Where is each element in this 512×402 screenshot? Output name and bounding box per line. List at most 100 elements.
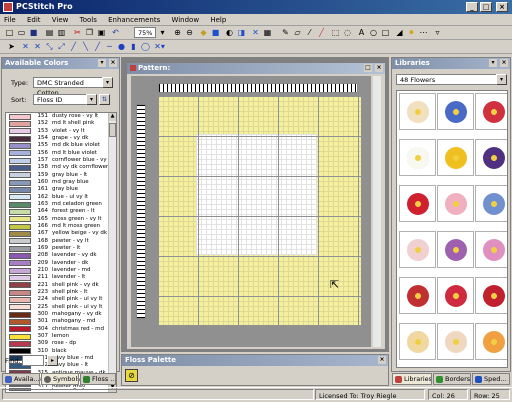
sort-dropdown-icon[interactable]: ▾	[86, 94, 97, 105]
panel-close-icon[interactable]: ×	[109, 59, 117, 67]
flower-thumbnail[interactable]	[475, 185, 507, 222]
copy-icon[interactable]: ❐	[84, 27, 95, 38]
flower-thumbnail[interactable]	[399, 185, 436, 222]
scroll-up-icon[interactable]: ▲	[109, 113, 116, 121]
color-list-item[interactable]: 209 lavender - dk	[6, 260, 116, 267]
menu-help[interactable]: Help	[210, 16, 226, 24]
libraries-close-icon[interactable]: ×	[500, 59, 508, 67]
color-list[interactable]: 151 dusty rose - vy lt 152 md lt shell pink…	[5, 112, 117, 393]
bead-icon[interactable]: ▮	[128, 41, 139, 52]
full-stitch-icon[interactable]: ✕	[20, 41, 31, 52]
half-stitch-icon[interactable]: ╱	[68, 41, 79, 52]
pattern-vscroll[interactable]	[373, 76, 381, 347]
color-list-scrollbar[interactable]: ▲ ▼	[108, 113, 116, 392]
flower-thumbnail[interactable]	[399, 231, 436, 268]
no-color-icon[interactable]: ⊘	[125, 369, 138, 382]
menu-view[interactable]: View	[52, 16, 69, 24]
tab-floss[interactable]: Floss ...	[80, 373, 116, 385]
color-list-item[interactable]: 159 gray blue - lt	[6, 172, 116, 179]
specialty-icon[interactable]: ◯	[140, 41, 151, 52]
flower-thumbnail[interactable]	[437, 231, 474, 268]
color-list-item[interactable]: 157 cornflower blue - vy lt	[6, 157, 116, 164]
scroll-thumb[interactable]	[109, 123, 116, 137]
paste-icon[interactable]: ▣	[96, 27, 107, 38]
backstitch-icon[interactable]: ╱	[316, 27, 327, 38]
pattern-grid[interactable]: ⇱	[158, 96, 361, 325]
color-list-item[interactable]: 211 lavender - lt	[6, 274, 116, 281]
zoom-dropdown-icon[interactable]: ▾	[157, 27, 168, 38]
color-list-item[interactable]: 154 grape - vy dk	[6, 135, 116, 142]
color-list-item[interactable]: 162 blue - ul vy lt	[6, 194, 116, 201]
tab-libraries[interactable]: Libraries	[392, 373, 432, 385]
quarter-stitch-icon[interactable]: ⤡	[44, 41, 55, 52]
flower-thumbnail[interactable]	[475, 277, 507, 314]
libraries-menu-icon[interactable]: ▾	[489, 59, 497, 67]
stitch-icon[interactable]: ⋯	[418, 27, 429, 38]
flower-thumbnail[interactable]	[475, 323, 507, 360]
color-list-item[interactable]: 155 md dk blue violet	[6, 142, 116, 149]
flower-thumbnail[interactable]	[399, 323, 436, 360]
zoom-select[interactable]: 75%	[134, 27, 156, 38]
menu-window[interactable]: Window	[171, 16, 199, 24]
menu-tools[interactable]: Tools	[80, 16, 97, 24]
circle-icon[interactable]: ○	[368, 27, 379, 38]
flower-thumbnail[interactable]	[399, 139, 436, 176]
tab-specialty[interactable]: Sped...	[472, 373, 510, 385]
menu-edit[interactable]: Edit	[27, 16, 41, 24]
flower-thumbnail[interactable]	[475, 231, 507, 268]
find-button[interactable]: ▸	[47, 355, 58, 366]
color-list-item[interactable]: 301 mahogany - md	[6, 318, 116, 325]
grid-icon[interactable]: ▦	[262, 27, 273, 38]
color-list-item[interactable]: 309 rose - dp	[6, 340, 116, 347]
flower-thumbnail[interactable]	[399, 277, 436, 314]
contrast-icon[interactable]: ◐	[224, 27, 235, 38]
flower-thumbnail[interactable]	[437, 323, 474, 360]
pencil-icon[interactable]: ✎	[280, 27, 291, 38]
tab-borders[interactable]: Borders	[433, 373, 471, 385]
library-select[interactable]: 48 Flowers	[396, 74, 497, 85]
french-knot-icon[interactable]: ●	[116, 41, 127, 52]
color-list-item[interactable]: 151 dusty rose - vy lt	[6, 113, 116, 120]
color-fill-icon[interactable]: ■	[210, 27, 221, 38]
select-icon[interactable]: ⬚	[330, 27, 341, 38]
arrow-pointer-icon[interactable]: ➤	[6, 41, 17, 52]
color-list-item[interactable]: 300 mahogany - vy dk	[6, 311, 116, 318]
flower-thumbnail[interactable]	[437, 93, 474, 130]
cross-stitch-icon[interactable]: ✕	[250, 27, 261, 38]
color-list-item[interactable]: 225 shell pink - ul vy lt	[6, 304, 116, 311]
lasso-icon[interactable]: ◌	[342, 27, 353, 38]
undo-icon[interactable]: ↶	[110, 27, 121, 38]
preview-icon[interactable]: ▥	[56, 27, 67, 38]
new-icon[interactable]: □	[4, 27, 15, 38]
tab-symbols[interactable]: Symbols	[41, 373, 79, 385]
color-list-item[interactable]: 164 forest green - lt	[6, 208, 116, 215]
menu-enhancements[interactable]: Enhancements	[108, 16, 160, 24]
color-list-item[interactable]: 165 moss green - vy lt	[6, 216, 116, 223]
highlight-icon[interactable]: ◆	[198, 27, 209, 38]
color-list-item[interactable]: 167 yellow beige - vy dk	[6, 230, 116, 237]
fill-icon[interactable]: ◢	[394, 27, 405, 38]
pattern-maximize-icon[interactable]: □	[364, 64, 372, 72]
color-list-item[interactable]: 168 pewter - vy lt	[6, 238, 116, 245]
color-list-item[interactable]: 224 shell pink - ul vy lt	[6, 296, 116, 303]
floss-palette-close-icon[interactable]: ×	[378, 356, 386, 364]
color-list-item[interactable]: 169 pewter - lt	[6, 245, 116, 252]
line-stitch-icon[interactable]: ╱	[92, 41, 103, 52]
color-list-item[interactable]: 153 violet - vy lt	[6, 128, 116, 135]
flower-thumbnail[interactable]	[475, 93, 507, 130]
open-icon[interactable]: ▭	[16, 27, 27, 38]
save-icon[interactable]: ■	[28, 27, 39, 38]
eyedropper-icon[interactable]: ⁄	[304, 27, 315, 38]
color-list-item[interactable]: 160 md gray blue	[6, 179, 116, 186]
pattern-close-icon[interactable]: ×	[375, 64, 383, 72]
three-quarter-icon[interactable]: ⤢	[56, 41, 67, 52]
tab-available[interactable]: Availa...	[2, 373, 40, 385]
color-list-item[interactable]: 221 shell pink - vy dk	[6, 282, 116, 289]
type-select[interactable]: DMC Stranded Cotton	[33, 77, 103, 97]
bulb-icon[interactable]: ✷	[406, 27, 417, 38]
settings-icon[interactable]: ▿	[432, 27, 443, 38]
rectangle-icon[interactable]: □	[380, 27, 391, 38]
color-list-item[interactable]: 161 gray blue	[6, 186, 116, 193]
color-list-item[interactable]: 223 shell pink - lt	[6, 289, 116, 296]
color-list-item[interactable]: 152 md lt shell pink	[6, 120, 116, 127]
